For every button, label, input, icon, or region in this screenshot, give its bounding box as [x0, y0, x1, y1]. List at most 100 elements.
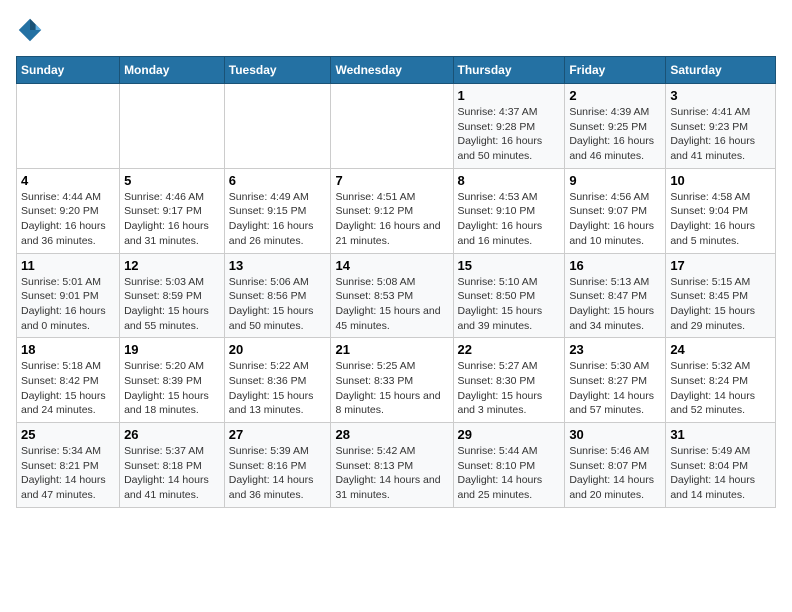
day-number: 18	[21, 342, 115, 357]
cell-content: Sunrise: 5:10 AM Sunset: 8:50 PM Dayligh…	[458, 275, 561, 334]
cell-content: Sunrise: 4:37 AM Sunset: 9:28 PM Dayligh…	[458, 105, 561, 164]
day-number: 14	[335, 258, 448, 273]
cell-content: Sunrise: 5:44 AM Sunset: 8:10 PM Dayligh…	[458, 444, 561, 503]
day-number: 12	[124, 258, 220, 273]
calendar-week-3: 11 Sunrise: 5:01 AM Sunset: 9:01 PM Dayli…	[17, 253, 776, 338]
calendar-cell: 1 Sunrise: 4:37 AM Sunset: 9:28 PM Daylig…	[453, 84, 565, 169]
calendar-cell: 31 Sunrise: 5:49 AM Sunset: 8:04 PM Dayli…	[666, 423, 776, 508]
cell-content: Sunrise: 5:49 AM Sunset: 8:04 PM Dayligh…	[670, 444, 771, 503]
day-number: 10	[670, 173, 771, 188]
day-number: 8	[458, 173, 561, 188]
calendar-cell: 6 Sunrise: 4:49 AM Sunset: 9:15 PM Daylig…	[224, 168, 331, 253]
day-number: 22	[458, 342, 561, 357]
calendar-cell: 7 Sunrise: 4:51 AM Sunset: 9:12 PM Daylig…	[331, 168, 453, 253]
day-number: 16	[569, 258, 661, 273]
cell-content: Sunrise: 5:01 AM Sunset: 9:01 PM Dayligh…	[21, 275, 115, 334]
calendar-cell: 18 Sunrise: 5:18 AM Sunset: 8:42 PM Dayli…	[17, 338, 120, 423]
cell-content: Sunrise: 4:41 AM Sunset: 9:23 PM Dayligh…	[670, 105, 771, 164]
calendar-cell: 12Sunrise: 5:03 AM Sunset: 8:59 PM Dayli…	[120, 253, 225, 338]
day-number: 28	[335, 427, 448, 442]
calendar-header-row: SundayMondayTuesdayWednesdayThursdayFrid…	[17, 57, 776, 84]
day-number: 17	[670, 258, 771, 273]
day-header-thursday: Thursday	[453, 57, 565, 84]
calendar-cell: 25Sunrise: 5:34 AM Sunset: 8:21 PM Dayli…	[17, 423, 120, 508]
calendar-cell: 26 Sunrise: 5:37 AM Sunset: 8:18 PM Dayli…	[120, 423, 225, 508]
cell-content: Sunrise: 4:39 AM Sunset: 9:25 PM Dayligh…	[569, 105, 661, 164]
day-number: 21	[335, 342, 448, 357]
cell-content: Sunrise: 4:58 AM Sunset: 9:04 PM Dayligh…	[670, 190, 771, 249]
day-number: 13	[229, 258, 327, 273]
cell-content: Sunrise: 5:13 AM Sunset: 8:47 PM Dayligh…	[569, 275, 661, 334]
calendar-cell	[17, 84, 120, 169]
calendar-cell: 16 Sunrise: 5:13 AM Sunset: 8:47 PM Dayli…	[565, 253, 666, 338]
day-number: 30	[569, 427, 661, 442]
day-number: 27	[229, 427, 327, 442]
cell-content: Sunrise: 5:32 AM Sunset: 8:24 PM Dayligh…	[670, 359, 771, 418]
cell-content: Sunrise: 4:56 AM Sunset: 9:07 PM Dayligh…	[569, 190, 661, 249]
calendar-cell: 29 Sunrise: 5:44 AM Sunset: 8:10 PM Dayli…	[453, 423, 565, 508]
calendar-cell: 22Sunrise: 5:27 AM Sunset: 8:30 PM Dayli…	[453, 338, 565, 423]
cell-content: Sunrise: 5:46 AM Sunset: 8:07 PM Dayligh…	[569, 444, 661, 503]
cell-content: Sunrise: 4:53 AM Sunset: 9:10 PM Dayligh…	[458, 190, 561, 249]
calendar-cell: 2 Sunrise: 4:39 AM Sunset: 9:25 PM Daylig…	[565, 84, 666, 169]
day-number: 19	[124, 342, 220, 357]
page-header	[16, 16, 776, 44]
calendar-cell	[331, 84, 453, 169]
day-header-friday: Friday	[565, 57, 666, 84]
calendar-cell: 9 Sunrise: 4:56 AM Sunset: 9:07 PM Daylig…	[565, 168, 666, 253]
day-number: 20	[229, 342, 327, 357]
day-number: 2	[569, 88, 661, 103]
day-number: 23	[569, 342, 661, 357]
calendar-cell: 3Sunrise: 4:41 AM Sunset: 9:23 PM Daylig…	[666, 84, 776, 169]
cell-content: Sunrise: 5:34 AM Sunset: 8:21 PM Dayligh…	[21, 444, 115, 503]
calendar-cell: 4Sunrise: 4:44 AM Sunset: 9:20 PM Daylig…	[17, 168, 120, 253]
day-number: 29	[458, 427, 561, 442]
day-header-tuesday: Tuesday	[224, 57, 331, 84]
cell-content: Sunrise: 5:42 AM Sunset: 8:13 PM Dayligh…	[335, 444, 448, 503]
calendar-cell: 20 Sunrise: 5:22 AM Sunset: 8:36 PM Dayli…	[224, 338, 331, 423]
day-header-wednesday: Wednesday	[331, 57, 453, 84]
cell-content: Sunrise: 4:46 AM Sunset: 9:17 PM Dayligh…	[124, 190, 220, 249]
calendar-cell: 30 Sunrise: 5:46 AM Sunset: 8:07 PM Dayli…	[565, 423, 666, 508]
cell-content: Sunrise: 5:30 AM Sunset: 8:27 PM Dayligh…	[569, 359, 661, 418]
calendar-cell: 11 Sunrise: 5:01 AM Sunset: 9:01 PM Dayli…	[17, 253, 120, 338]
calendar-cell: 15 Sunrise: 5:10 AM Sunset: 8:50 PM Dayli…	[453, 253, 565, 338]
calendar-cell	[224, 84, 331, 169]
day-number: 31	[670, 427, 771, 442]
cell-content: Sunrise: 5:18 AM Sunset: 8:42 PM Dayligh…	[21, 359, 115, 418]
calendar-cell: 14Sunrise: 5:08 AM Sunset: 8:53 PM Dayli…	[331, 253, 453, 338]
calendar-cell: 21 Sunrise: 5:25 AM Sunset: 8:33 PM Dayli…	[331, 338, 453, 423]
day-number: 9	[569, 173, 661, 188]
cell-content: Sunrise: 5:39 AM Sunset: 8:16 PM Dayligh…	[229, 444, 327, 503]
day-number: 15	[458, 258, 561, 273]
cell-content: Sunrise: 5:20 AM Sunset: 8:39 PM Dayligh…	[124, 359, 220, 418]
calendar-week-1: 1 Sunrise: 4:37 AM Sunset: 9:28 PM Daylig…	[17, 84, 776, 169]
calendar-week-2: 4Sunrise: 4:44 AM Sunset: 9:20 PM Daylig…	[17, 168, 776, 253]
cell-content: Sunrise: 4:49 AM Sunset: 9:15 PM Dayligh…	[229, 190, 327, 249]
day-number: 5	[124, 173, 220, 188]
calendar-table: SundayMondayTuesdayWednesdayThursdayFrid…	[16, 56, 776, 508]
cell-content: Sunrise: 5:37 AM Sunset: 8:18 PM Dayligh…	[124, 444, 220, 503]
cell-content: Sunrise: 5:15 AM Sunset: 8:45 PM Dayligh…	[670, 275, 771, 334]
day-number: 7	[335, 173, 448, 188]
calendar-cell: 13 Sunrise: 5:06 AM Sunset: 8:56 PM Dayli…	[224, 253, 331, 338]
calendar-cell	[120, 84, 225, 169]
calendar-cell: 8 Sunrise: 4:53 AM Sunset: 9:10 PM Daylig…	[453, 168, 565, 253]
day-number: 11	[21, 258, 115, 273]
calendar-week-4: 18 Sunrise: 5:18 AM Sunset: 8:42 PM Dayli…	[17, 338, 776, 423]
calendar-cell: 27 Sunrise: 5:39 AM Sunset: 8:16 PM Dayli…	[224, 423, 331, 508]
cell-content: Sunrise: 5:22 AM Sunset: 8:36 PM Dayligh…	[229, 359, 327, 418]
cell-content: Sunrise: 5:06 AM Sunset: 8:56 PM Dayligh…	[229, 275, 327, 334]
calendar-cell: 5 Sunrise: 4:46 AM Sunset: 9:17 PM Daylig…	[120, 168, 225, 253]
day-number: 6	[229, 173, 327, 188]
day-header-monday: Monday	[120, 57, 225, 84]
calendar-cell: 17 Sunrise: 5:15 AM Sunset: 8:45 PM Dayli…	[666, 253, 776, 338]
day-number: 26	[124, 427, 220, 442]
calendar-cell: 23 Sunrise: 5:30 AM Sunset: 8:27 PM Dayli…	[565, 338, 666, 423]
calendar-cell: 28 Sunrise: 5:42 AM Sunset: 8:13 PM Dayli…	[331, 423, 453, 508]
cell-content: Sunrise: 4:51 AM Sunset: 9:12 PM Dayligh…	[335, 190, 448, 249]
cell-content: Sunrise: 5:25 AM Sunset: 8:33 PM Dayligh…	[335, 359, 448, 418]
day-header-saturday: Saturday	[666, 57, 776, 84]
day-number: 1	[458, 88, 561, 103]
cell-content: Sunrise: 4:44 AM Sunset: 9:20 PM Dayligh…	[21, 190, 115, 249]
